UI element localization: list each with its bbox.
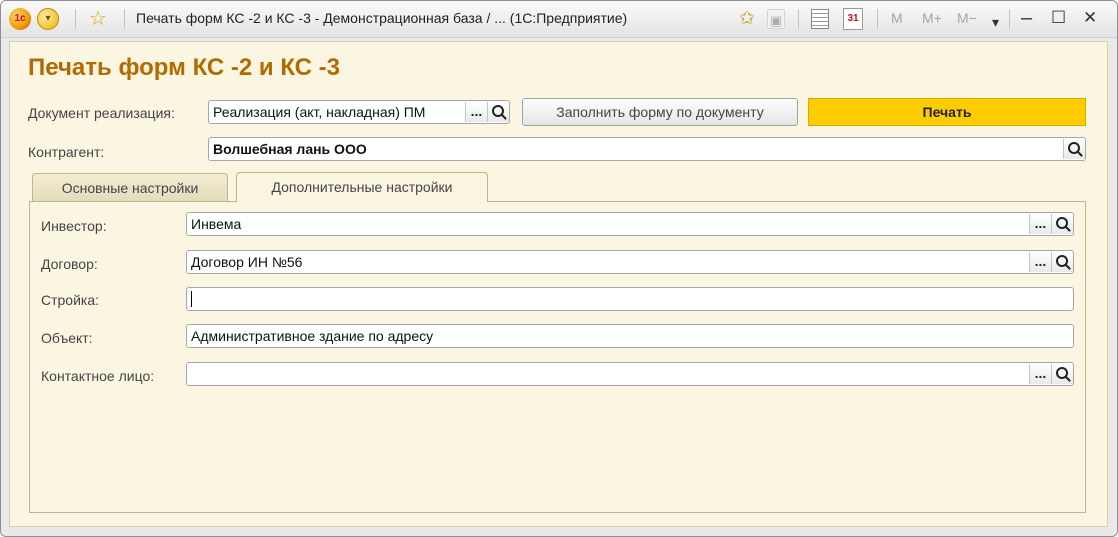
memory-button-mminus[interactable]: M− <box>957 10 977 26</box>
investor-search-button[interactable] <box>1051 214 1073 234</box>
titlebar-separator <box>798 9 799 29</box>
maximize-button[interactable]: ☐ <box>1051 6 1066 30</box>
window-menu-dropdown[interactable]: ▾ <box>992 10 999 34</box>
document-field[interactable]: Реализация (акт, накладная) ПМ ... <box>208 100 510 124</box>
document-value: Реализация (акт, накладная) ПМ <box>213 104 426 120</box>
minimize-button[interactable]: – <box>1021 6 1032 30</box>
document-select-button[interactable]: ... <box>465 102 487 122</box>
document-label: Документ реализация: <box>28 105 175 121</box>
counterparty-field[interactable]: Волшебная лань ООО <box>208 137 1086 161</box>
favorites-star-icon[interactable]: ☆ <box>87 8 109 30</box>
tab-main-settings[interactable]: Основные настройки <box>32 173 228 201</box>
print-button[interactable]: Печать <box>808 98 1086 126</box>
additional-settings-panel: Инвестор: Инвема ... Договор: Договор ИН… <box>29 201 1086 513</box>
object-label: Объект: <box>41 330 93 346</box>
fill-form-button[interactable]: Заполнить форму по документу <box>522 98 798 126</box>
text-cursor <box>191 291 192 307</box>
form-content: Печать форм КС -2 и КС -3 Документ реали… <box>9 41 1108 527</box>
counterparty-search-button[interactable] <box>1063 139 1085 159</box>
titlebar-separator <box>877 9 878 29</box>
document-search-button[interactable] <box>487 102 509 122</box>
search-icon <box>491 105 504 117</box>
contract-label: Договор: <box>41 256 98 272</box>
contact-search-button[interactable] <box>1051 364 1073 384</box>
construction-input[interactable] <box>186 287 1074 311</box>
counterparty-label: Контрагент: <box>28 144 105 160</box>
contact-label: Контактное лицо: <box>41 368 155 384</box>
investor-field[interactable]: Инвема ... <box>186 212 1074 236</box>
search-icon <box>1067 142 1080 154</box>
contract-select-button[interactable]: ... <box>1029 252 1051 272</box>
contact-field[interactable]: ... <box>186 362 1074 386</box>
page-title: Печать форм КС -2 и КС -3 <box>28 54 340 81</box>
contract-field[interactable]: Договор ИН №56 ... <box>186 250 1074 274</box>
contract-value: Договор ИН №56 <box>191 254 303 270</box>
application-window: 1c ▾ ☆ Печать форм КС -2 и КС -3 - Демон… <box>0 0 1118 537</box>
tab-additional-settings[interactable]: Дополнительные настройки <box>236 172 488 202</box>
memory-button-mplus[interactable]: M+ <box>922 10 942 26</box>
investor-select-button[interactable]: ... <box>1029 214 1051 234</box>
calculator-icon[interactable] <box>811 9 829 29</box>
title-bar: 1c ▾ ☆ Печать форм КС -2 и КС -3 - Демон… <box>1 1 1117 38</box>
object-value: Административное здание по адресу <box>191 328 434 344</box>
titlebar-separator <box>124 9 125 29</box>
calendar-icon[interactable]: 31 <box>843 8 863 30</box>
window-title: Печать форм КС -2 и КС -3 - Демонстрацио… <box>136 10 628 26</box>
search-icon <box>1055 217 1068 229</box>
counterparty-value: Волшебная лань ООО <box>213 141 367 157</box>
1c-logo-icon[interactable]: 1c <box>9 8 31 30</box>
add-to-favorites-icon[interactable]: ✩ <box>736 8 758 30</box>
investor-label: Инвестор: <box>41 218 107 234</box>
search-icon <box>1055 367 1068 379</box>
bookmark-icon[interactable]: ▣ <box>767 9 785 29</box>
search-icon <box>1055 255 1068 267</box>
contract-search-button[interactable] <box>1051 252 1073 272</box>
investor-value: Инвема <box>191 216 242 232</box>
memory-button-m[interactable]: M <box>891 10 903 26</box>
object-input[interactable]: Административное здание по адресу <box>186 324 1074 348</box>
titlebar-separator <box>75 9 76 29</box>
close-button[interactable]: ✕ <box>1083 6 1097 30</box>
construction-label: Стройка: <box>41 292 100 308</box>
main-menu-icon[interactable]: ▾ <box>37 8 59 30</box>
titlebar-separator <box>1009 9 1010 29</box>
contact-select-button[interactable]: ... <box>1029 364 1051 384</box>
